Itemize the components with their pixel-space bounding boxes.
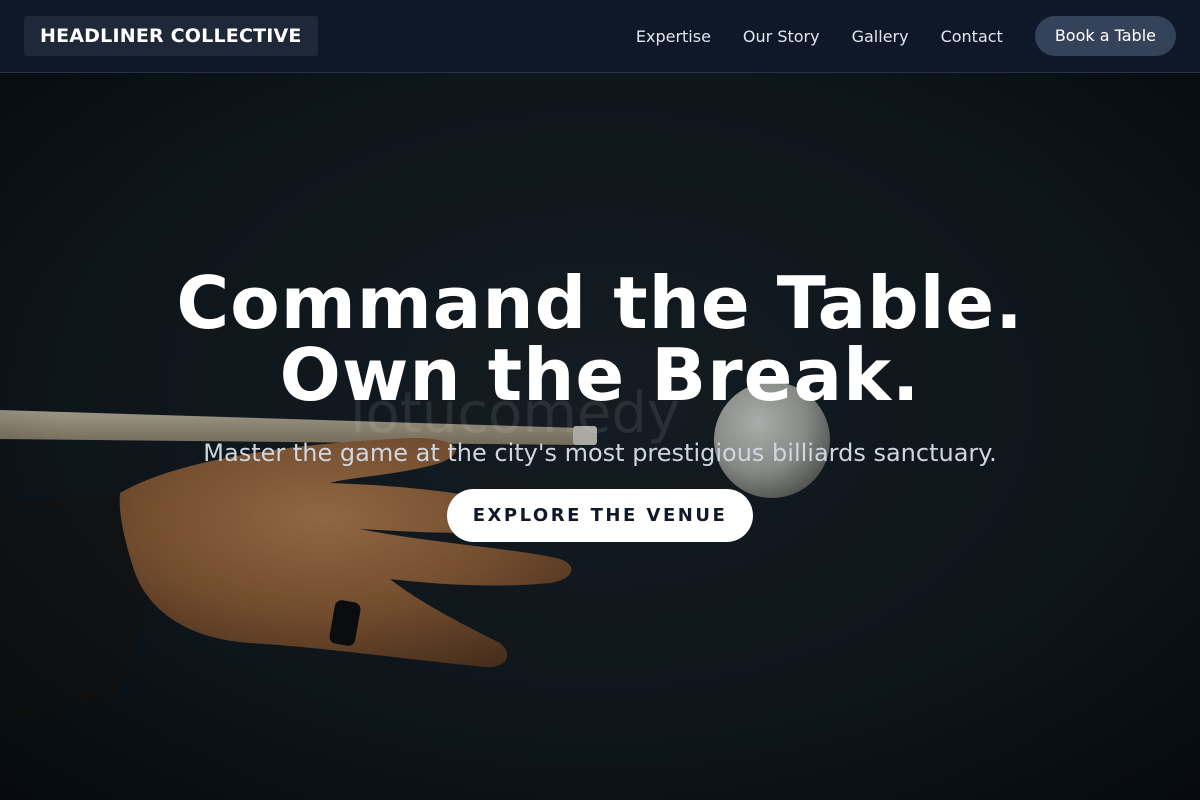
hero-headline: Command the Table. Own the Break.	[0, 267, 1200, 411]
nav-link-gallery[interactable]: Gallery	[852, 27, 909, 46]
nav-link-contact[interactable]: Contact	[941, 27, 1003, 46]
nav-link-our-story[interactable]: Our Story	[743, 27, 820, 46]
explore-venue-button[interactable]: EXPLORE THE VENUE	[447, 489, 753, 542]
hero-subheadline: Master the game at the city's most prest…	[203, 439, 997, 467]
top-navigation-bar: HEADLINER COLLECTIVE Expertise Our Story…	[0, 0, 1200, 73]
brand-logo[interactable]: HEADLINER COLLECTIVE	[24, 16, 318, 56]
hero-section: lotucomedy Command the Table. Own the Br…	[0, 73, 1200, 800]
hero-headline-line-1: Command the Table.	[176, 261, 1024, 345]
hero-headline-line-2: Own the Break.	[279, 333, 921, 417]
main-nav: Expertise Our Story Gallery Contact Book…	[636, 16, 1176, 56]
nav-link-expertise[interactable]: Expertise	[636, 27, 711, 46]
book-a-table-button[interactable]: Book a Table	[1034, 16, 1176, 56]
